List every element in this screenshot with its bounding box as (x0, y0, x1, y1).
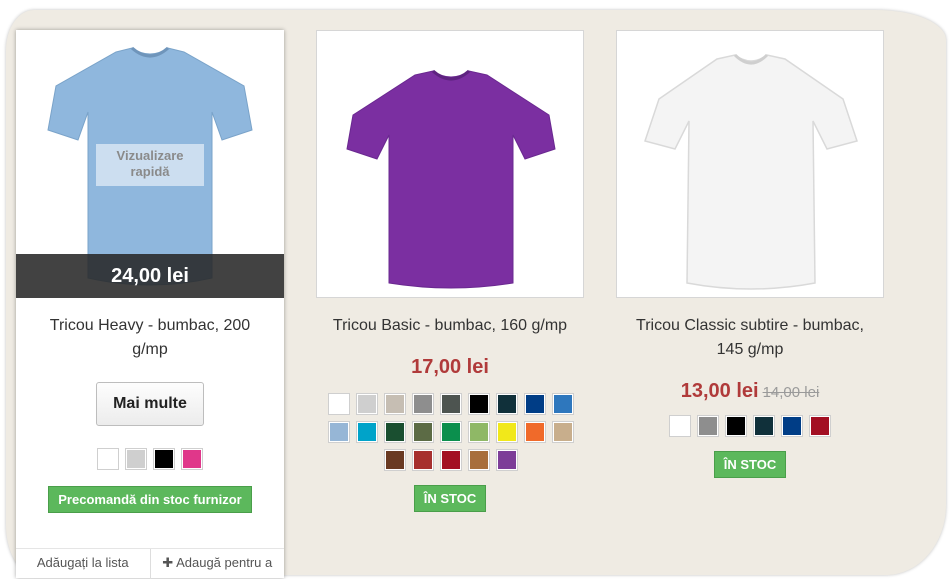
color-swatch[interactable] (552, 393, 574, 415)
color-swatch[interactable] (781, 415, 803, 437)
color-swatch[interactable] (356, 421, 378, 443)
color-swatches (90, 448, 210, 470)
color-swatch[interactable] (496, 393, 518, 415)
product-card-classic[interactable]: Tricou Classic subtire - bumbac, 145 g/m… (616, 30, 884, 478)
color-swatch[interactable] (97, 448, 119, 470)
tshirt-image (644, 53, 858, 290)
color-swatches (655, 415, 845, 437)
product-title[interactable]: Tricou Basic - bumbac, 160 g/mp (316, 314, 584, 338)
color-swatch[interactable] (496, 449, 518, 471)
color-swatch[interactable] (384, 393, 406, 415)
old-price: 14,00 lei (762, 384, 820, 401)
price-overlay: 24,00 lei (16, 254, 284, 298)
card-footer-links: Adăugați la lista ✚ Adaugă pentru a (16, 548, 284, 579)
color-swatch[interactable] (356, 393, 378, 415)
product-price: 13,00 lei 14,00 lei (616, 380, 884, 403)
color-swatch[interactable] (328, 421, 350, 443)
current-price: 13,00 lei (680, 380, 759, 402)
color-swatch[interactable] (697, 415, 719, 437)
color-swatch[interactable] (125, 448, 147, 470)
more-button[interactable]: Mai multe (96, 382, 204, 426)
product-title[interactable]: Tricou Classic subtire - bumbac, 145 g/m… (616, 314, 884, 362)
color-swatch[interactable] (468, 393, 490, 415)
product-card-heavy[interactable]: Vizualizare rapidă 24,00 lei Tricou Heav… (16, 30, 284, 579)
color-swatch[interactable] (524, 421, 546, 443)
color-swatch[interactable] (496, 421, 518, 443)
color-swatch[interactable] (753, 415, 775, 437)
color-swatch[interactable] (468, 421, 490, 443)
color-swatch[interactable] (181, 448, 203, 470)
color-swatch[interactable] (552, 421, 574, 443)
color-swatch[interactable] (440, 421, 462, 443)
color-swatch[interactable] (524, 393, 546, 415)
add-to-list-link[interactable]: Adăugați la lista (16, 549, 150, 579)
add-to-compare-link[interactable]: ✚ Adaugă pentru a (149, 549, 285, 579)
preorder-badge: Precomandă din stoc furnizor (48, 486, 252, 513)
product-title[interactable]: Tricou Heavy - bumbac, 200 g/mp (16, 314, 284, 362)
product-image[interactable] (316, 30, 584, 298)
color-swatch[interactable] (328, 393, 350, 415)
add-to-compare-label: Adaugă pentru a (176, 555, 273, 570)
stock-badge: ÎN STOC (413, 485, 487, 512)
color-swatch[interactable] (468, 449, 490, 471)
quick-view-button[interactable]: Vizualizare rapidă (96, 144, 204, 186)
color-swatch[interactable] (153, 448, 175, 470)
color-swatch[interactable] (412, 421, 434, 443)
color-swatch[interactable] (669, 415, 691, 437)
stock-badge: ÎN STOC (713, 451, 787, 478)
product-price: 17,00 lei (411, 356, 489, 378)
color-swatch[interactable] (384, 421, 406, 443)
tshirt-image (346, 69, 556, 289)
color-swatch[interactable] (412, 449, 434, 471)
product-image[interactable] (616, 30, 884, 298)
product-image[interactable]: Vizualizare rapidă 24,00 lei (16, 30, 284, 298)
color-swatch[interactable] (440, 449, 462, 471)
color-swatch[interactable] (725, 415, 747, 437)
color-swatches (316, 393, 586, 471)
color-swatch[interactable] (440, 393, 462, 415)
color-swatch[interactable] (384, 449, 406, 471)
color-swatch[interactable] (809, 415, 831, 437)
color-swatch[interactable] (412, 393, 434, 415)
product-card-basic[interactable]: Tricou Basic - bumbac, 160 g/mp 17,00 le… (316, 30, 584, 512)
